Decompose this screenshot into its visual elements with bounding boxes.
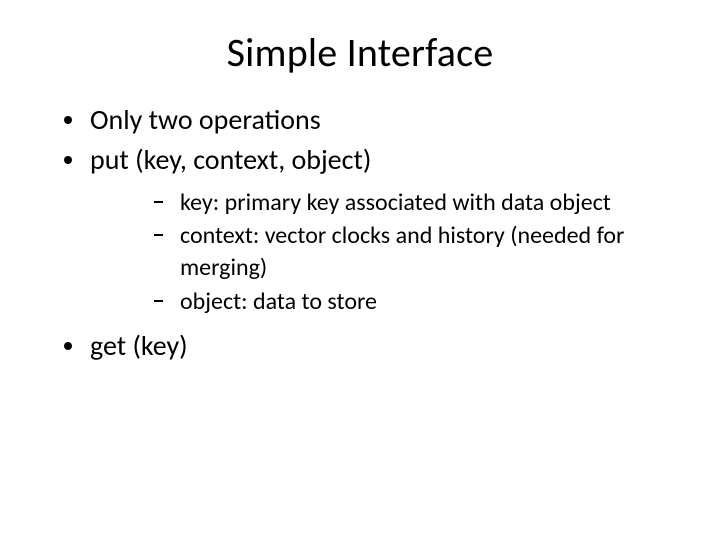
slide: Simple Interface Only two operations put… <box>0 0 720 540</box>
bullet-list: Only two operations put (key, context, o… <box>44 101 676 365</box>
bullet-text: put (key, context, object) <box>90 142 371 177</box>
bullet-item: Only two operations <box>64 101 676 139</box>
sub-bullet-item: key: primary key associated with data ob… <box>154 187 676 219</box>
sub-bullet-text: object: data to store <box>180 287 377 316</box>
sub-bullet-text: context: vector clocks and history (need… <box>180 221 624 282</box>
sub-bullet-list: key: primary key associated with data ob… <box>90 187 676 318</box>
sub-bullet-text: key: primary key associated with data ob… <box>180 188 611 217</box>
sub-bullet-item: context: vector clocks and history (need… <box>154 220 676 283</box>
bullet-item: get (key) <box>64 327 676 365</box>
sub-bullet-item: object: data to store <box>154 286 676 318</box>
bullet-text: Only two operations <box>90 102 321 137</box>
bullet-text: get (key) <box>90 328 188 363</box>
slide-title: Simple Interface <box>44 28 676 77</box>
bullet-item: put (key, context, object) key: primary … <box>64 141 676 317</box>
